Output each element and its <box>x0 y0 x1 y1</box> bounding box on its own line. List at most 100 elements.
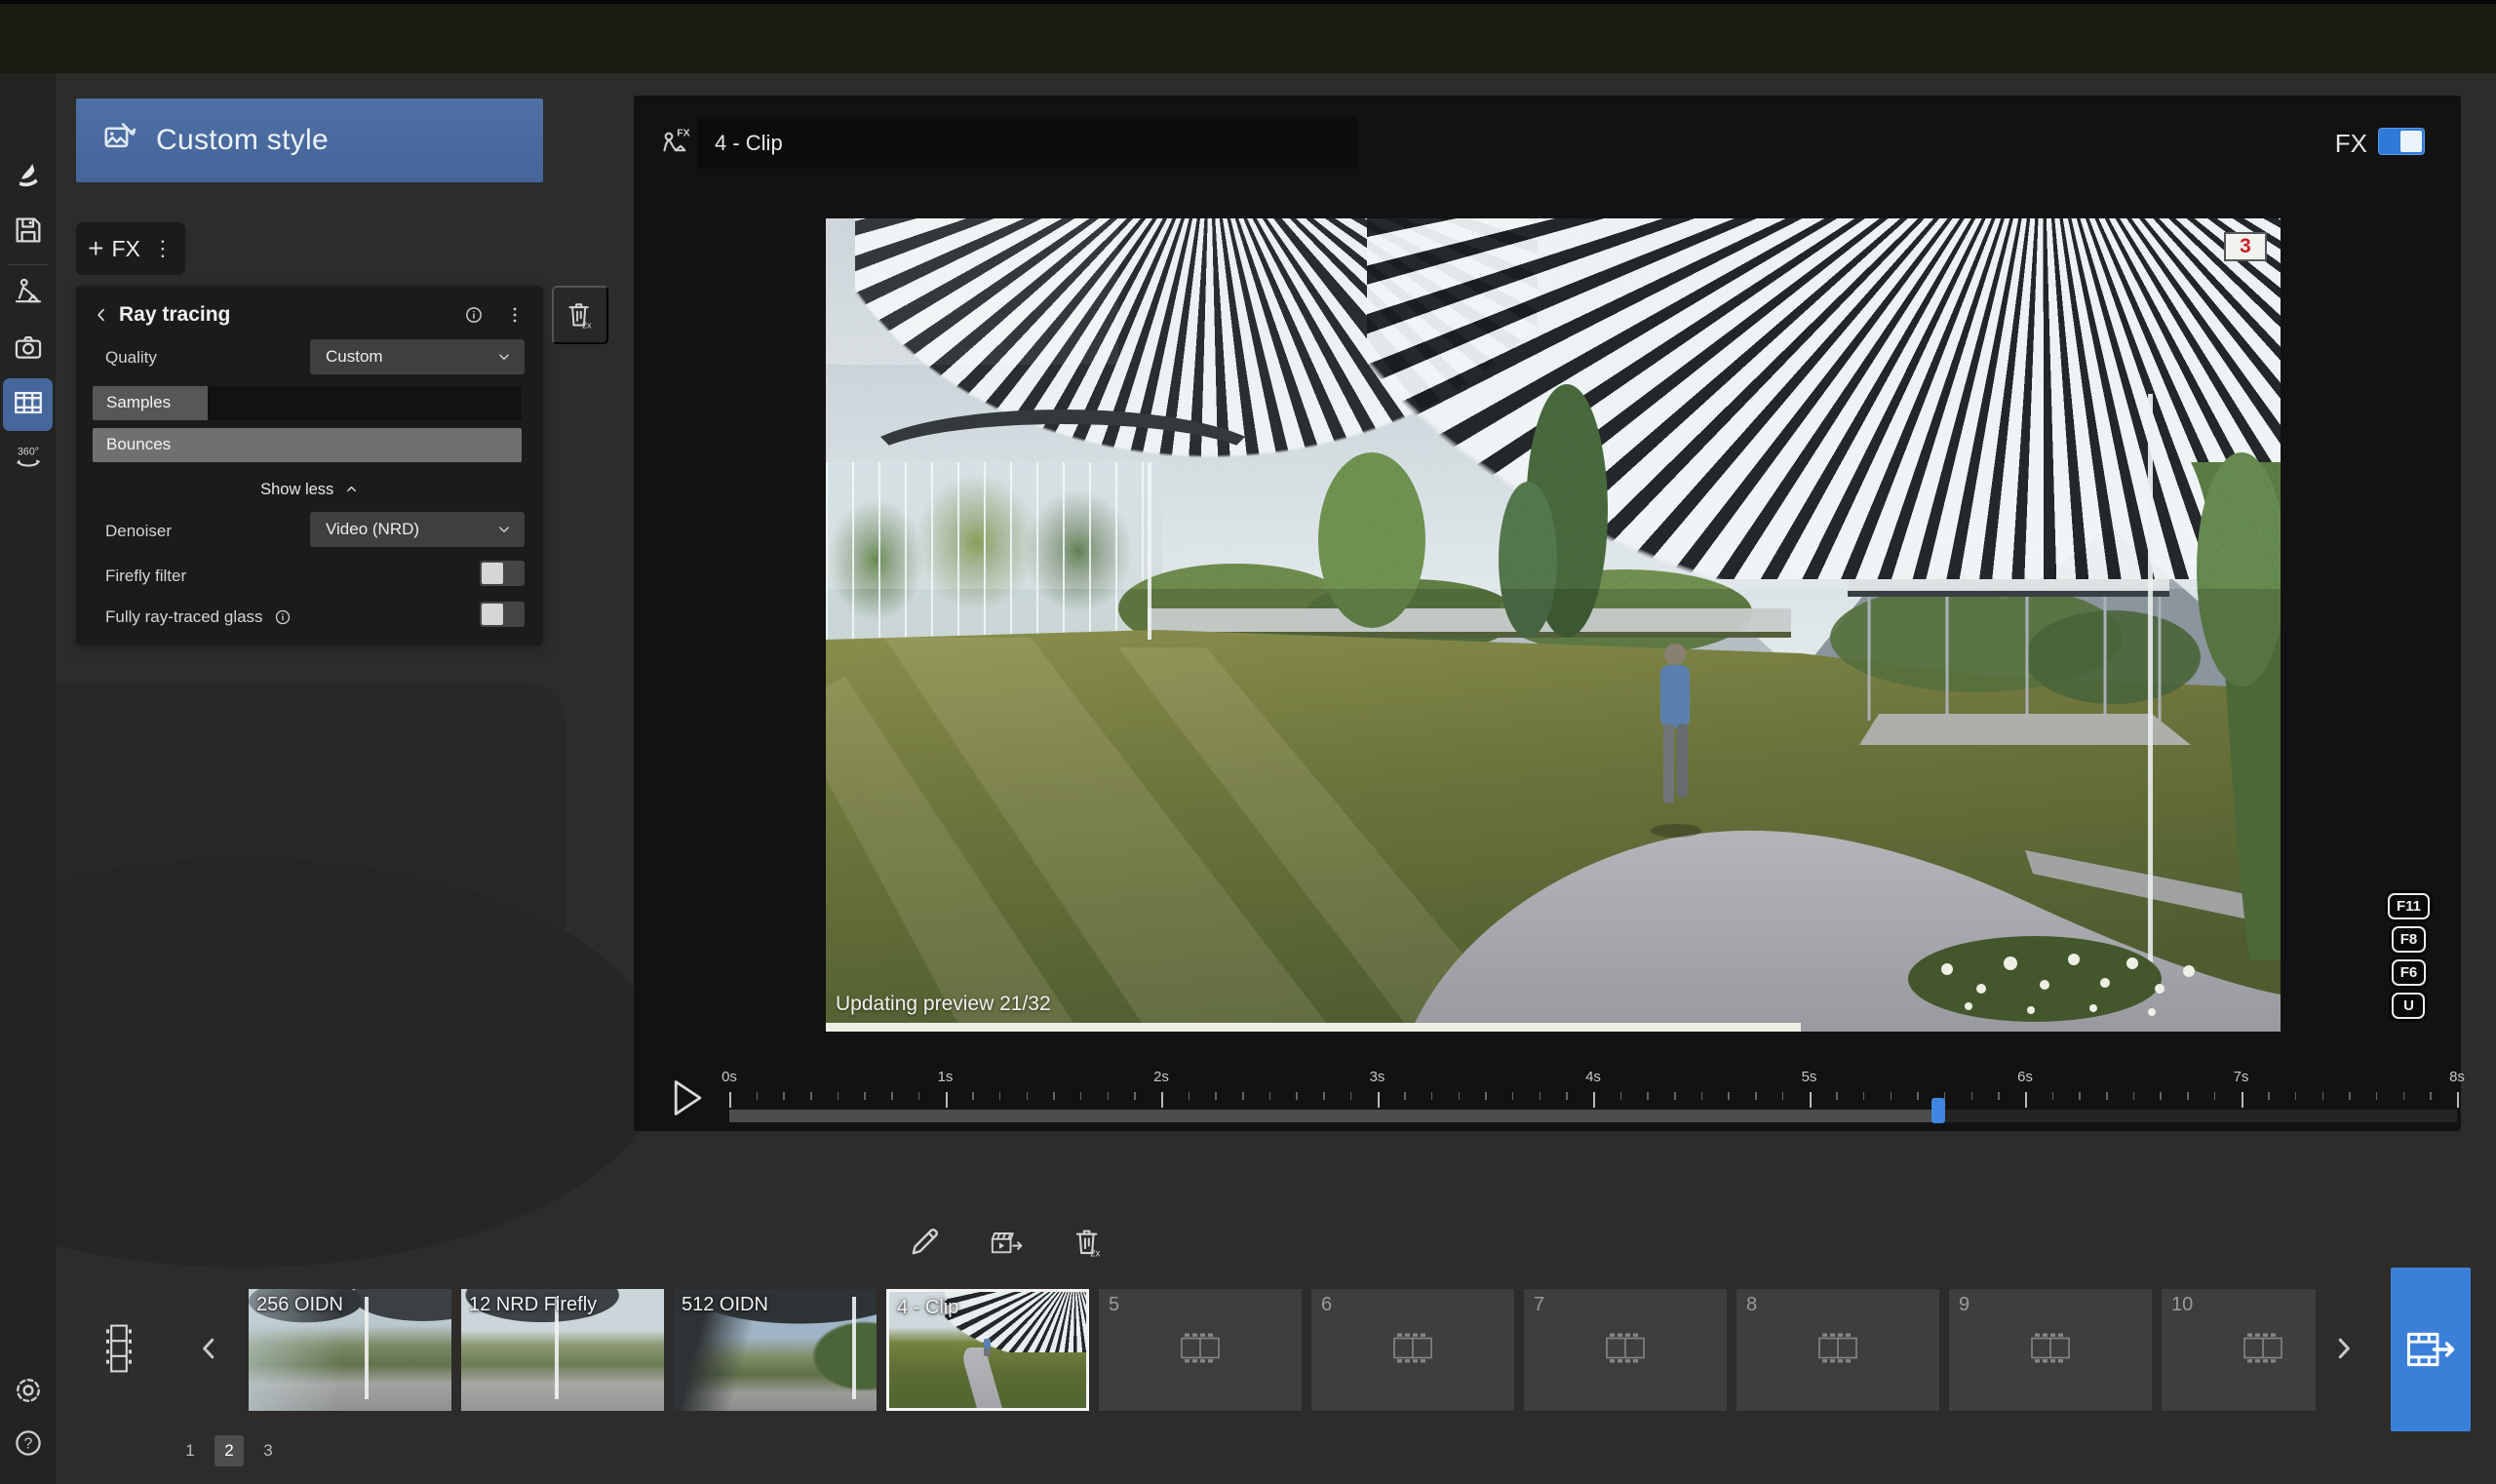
denoiser-select[interactable]: Video (NRD) <box>310 512 525 547</box>
timeline-tick <box>1674 1092 1676 1100</box>
clip-slot-7[interactable]: 7 <box>1524 1289 1727 1411</box>
shortcut-key-f6[interactable]: F6 <box>2392 959 2427 986</box>
timeline-label: 4s <box>1585 1069 1601 1085</box>
timeline-tick <box>2214 1092 2216 1100</box>
info-icon[interactable] <box>273 607 292 627</box>
timeline-tick <box>2349 1092 2351 1100</box>
clip-thumbnail-label: 4 - Clip <box>897 1297 958 1319</box>
timeline-tick <box>2268 1092 2270 1100</box>
svg-text:2x: 2x <box>1090 1248 1100 1259</box>
previous-clips-button[interactable] <box>187 1318 230 1379</box>
clip-page-1[interactable]: 1 <box>176 1435 205 1466</box>
bounces-slider[interactable]: Bounces <box>93 428 522 462</box>
timeline-tick <box>2160 1092 2162 1100</box>
sidebar-item-photo[interactable] <box>0 323 56 375</box>
timeline-tick <box>1593 1092 1595 1108</box>
timeline-tick <box>1540 1092 1541 1100</box>
shortcut-key-u[interactable]: U <box>2392 993 2425 1019</box>
timeline-track[interactable] <box>729 1110 2457 1122</box>
timeline-tick <box>2133 1092 2135 1100</box>
timeline-playhead[interactable] <box>1931 1098 1945 1123</box>
timeline-tick <box>1350 1092 1352 1100</box>
clip-thumbnail-256-oidn[interactable]: 256 OIDN <box>249 1289 451 1411</box>
svg-text:FX: FX <box>677 127 689 138</box>
shortcut-key-f11[interactable]: F11 <box>2388 893 2430 919</box>
back-chevron-icon[interactable] <box>92 305 111 325</box>
timeline-tick <box>1701 1092 1703 1100</box>
firefly-filter-toggle[interactable] <box>480 561 525 586</box>
viewport-fx-toggle[interactable] <box>2379 129 2424 154</box>
timeline-tick <box>1431 1092 1433 1100</box>
sidebar-item-pointer-tool[interactable] <box>0 153 56 206</box>
clip-slot-number: 10 <box>2171 1294 2193 1316</box>
clapper-export-icon <box>989 1225 1024 1265</box>
timeline-ruler[interactable]: 0s1s2s3s4s5s6s7s8s <box>729 1069 2457 1125</box>
timeline-label: 1s <box>938 1069 954 1085</box>
clip-thumbnail-12-nrd-firefly[interactable]: 12 NRD Firefly <box>461 1289 664 1411</box>
next-clips-button[interactable] <box>2322 1318 2365 1379</box>
clip-pagination: 123 <box>176 1435 283 1466</box>
export-movie-button[interactable] <box>2391 1268 2471 1431</box>
quality-select[interactable]: Custom <box>310 339 525 374</box>
info-icon[interactable] <box>461 302 487 328</box>
add-fx-button[interactable]: + FX ⋮ <box>76 222 185 275</box>
clip-library-button[interactable] <box>88 1289 150 1408</box>
timeline-tick <box>891 1092 893 1100</box>
delete-style-button[interactable]: 2x <box>552 286 608 344</box>
samples-label: Samples <box>106 393 171 412</box>
play-button[interactable] <box>671 1078 704 1117</box>
shortcut-key-f8[interactable]: F8 <box>2392 926 2427 953</box>
clip-page-3[interactable]: 3 <box>254 1435 283 1466</box>
timeline-tick <box>946 1092 948 1108</box>
timeline-label: 7s <box>2234 1069 2249 1085</box>
denoiser-label: Denoiser <box>105 522 172 541</box>
timeline-tick <box>1323 1092 1325 1100</box>
clip-slot-10[interactable]: 10 <box>2162 1289 2316 1411</box>
timeline-label: 0s <box>722 1069 737 1085</box>
clip-slot-5[interactable]: 5 <box>1099 1289 1302 1411</box>
render-preview[interactable]: 3 Updating preview 21/32 <box>826 218 2281 1032</box>
fx-menu-icon[interactable]: ⋮ <box>148 236 174 261</box>
clip-slot-6[interactable]: 6 <box>1311 1289 1514 1411</box>
timeline-tick <box>1647 1092 1649 1100</box>
clip-thumbnail-4---clip[interactable]: 4 - Clip <box>886 1289 1089 1411</box>
clip-slot-number: 6 <box>1321 1294 1332 1316</box>
timeline-tick <box>2187 1092 2189 1100</box>
edit-clip-button[interactable] <box>903 1221 946 1268</box>
sidebar-item-help[interactable]: ? <box>0 1419 56 1471</box>
samples-slider[interactable]: Samples <box>93 386 522 420</box>
panorama-360-icon: 360° <box>12 442 45 480</box>
timeline-tick <box>2079 1092 2081 1100</box>
image-edit-icon <box>101 120 138 162</box>
export-clip-button[interactable] <box>985 1221 1028 1268</box>
ray-traced-glass-toggle[interactable] <box>480 602 525 627</box>
timeline-tick <box>999 1092 1001 1100</box>
sidebar-item-save[interactable] <box>0 206 56 258</box>
clip-page-2[interactable]: 2 <box>214 1435 244 1466</box>
clip-slot-8[interactable]: 8 <box>1736 1289 1939 1411</box>
delete-clip-button[interactable]: 2x <box>1067 1221 1110 1268</box>
timeline-tick <box>1378 1092 1380 1108</box>
clip-slot-9[interactable]: 9 <box>1949 1289 2152 1411</box>
camera-marker-badge[interactable]: 3 <box>2224 232 2267 261</box>
sidebar-item-movie[interactable] <box>3 378 53 431</box>
plus-icon: + <box>88 233 103 264</box>
sidebar-item-settings[interactable] <box>0 1366 56 1419</box>
timeline-tick <box>918 1092 920 1100</box>
help-icon: ? <box>12 1426 45 1464</box>
sidebar-item-panorama-360[interactable]: 360° <box>0 434 56 487</box>
timeline-tick <box>2052 1092 2054 1100</box>
landscape-icon <box>12 276 45 314</box>
timeline-tick <box>810 1092 812 1100</box>
timeline-tick <box>2376 1092 2378 1100</box>
clip-thumbnail-512-oidn[interactable]: 512 OIDN <box>674 1289 877 1411</box>
timeline-tick <box>1891 1092 1892 1100</box>
timeline-tick <box>1782 1092 1784 1100</box>
panel-menu-icon[interactable] <box>502 302 527 328</box>
sidebar-item-landscape[interactable] <box>0 268 56 321</box>
timeline-label: 3s <box>1370 1069 1385 1085</box>
chevron-down-icon <box>495 521 513 538</box>
clip-name-input[interactable] <box>697 117 1357 169</box>
show-less-button[interactable]: Show less <box>76 481 543 499</box>
custom-style-header[interactable]: Custom style <box>76 98 543 182</box>
